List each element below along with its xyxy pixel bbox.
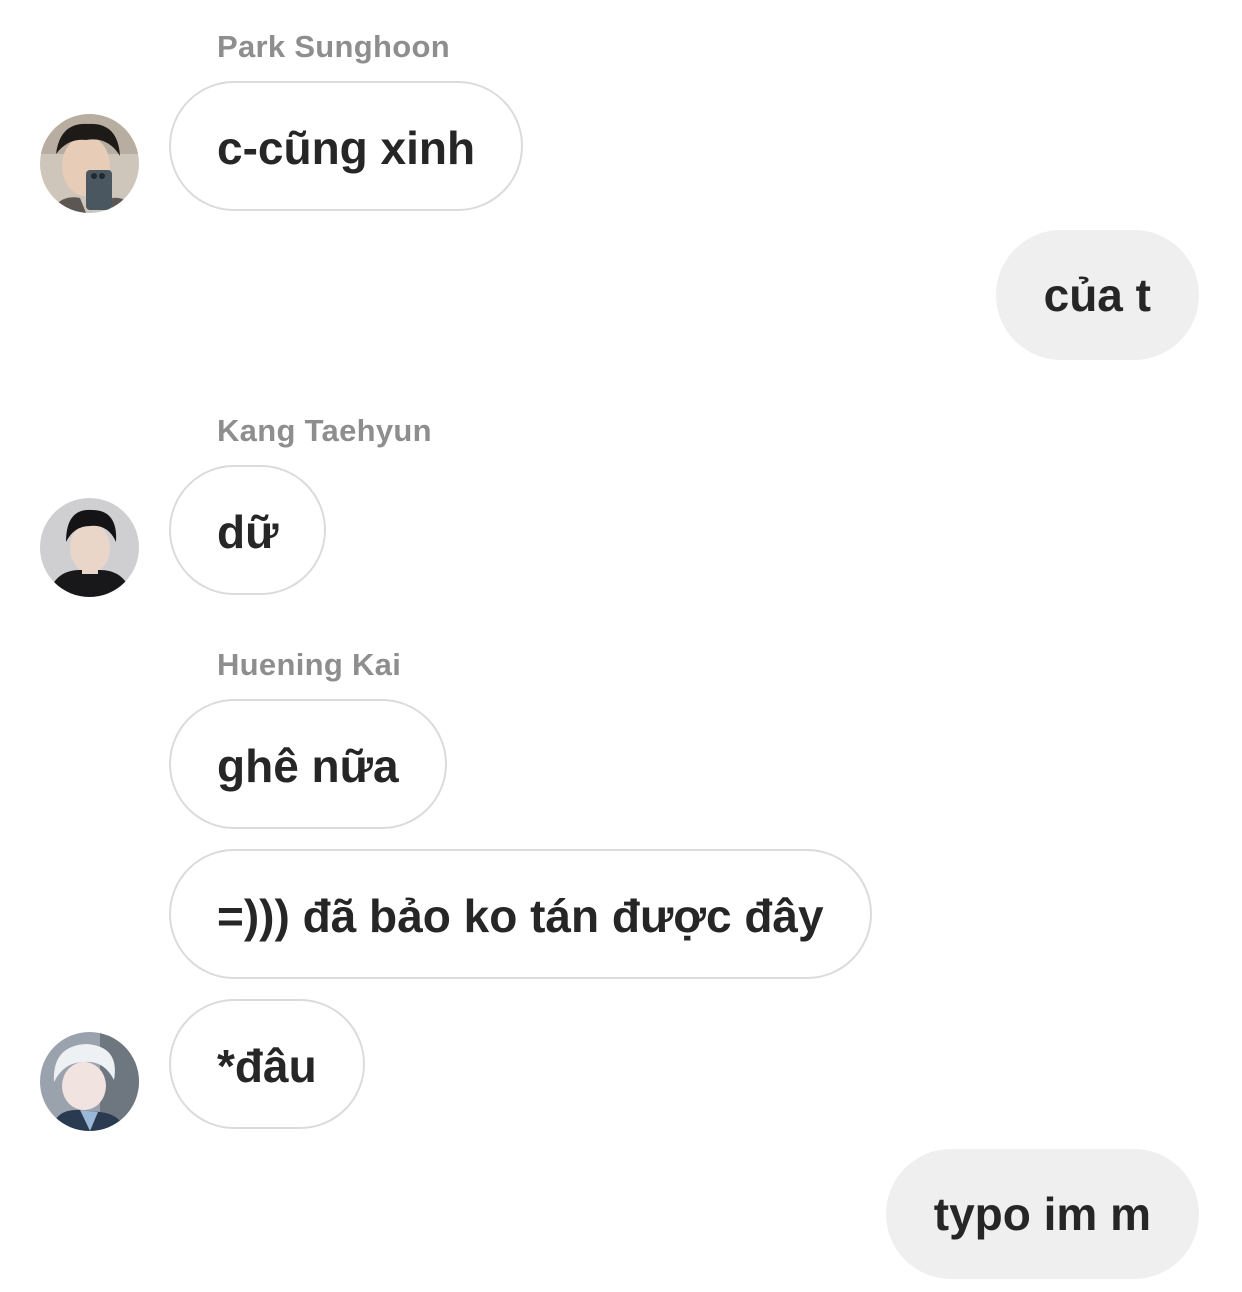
message-text: c-cũng xinh <box>217 122 476 174</box>
avatar-huening-kai[interactable] <box>40 1032 139 1131</box>
avatar-park-sunghoon[interactable] <box>40 114 139 213</box>
message-text: dữ <box>217 506 279 558</box>
message-bubble-incoming[interactable]: ghê nữa <box>169 699 447 829</box>
message-bubble-outgoing[interactable]: của t <box>995 230 1199 360</box>
message-bubble-incoming[interactable]: c-cũng xinh <box>169 81 524 211</box>
message-text: =))) đã bảo ko tán được đây <box>217 890 824 942</box>
message-bubble-incoming[interactable]: =))) đã bảo ko tán được đây <box>169 849 872 979</box>
message-bubble-incoming[interactable]: *đâu <box>169 999 365 1129</box>
message-text: typo im m <box>933 1188 1151 1240</box>
sender-name-kang-taehyun: Kang Taehyun <box>217 413 432 448</box>
avatar-photo <box>40 114 139 213</box>
message-text: của t <box>1043 269 1151 321</box>
message-text: ghê nữa <box>217 740 399 792</box>
sender-name-park-sunghoon: Park Sunghoon <box>217 29 450 64</box>
message-text: *đâu <box>217 1040 317 1092</box>
message-bubble-incoming[interactable]: dữ <box>169 465 327 595</box>
avatar-kang-taehyun[interactable] <box>40 498 139 597</box>
avatar-photo <box>40 1032 139 1131</box>
avatar-photo <box>40 498 139 597</box>
message-bubble-outgoing[interactable]: typo im m <box>885 1149 1199 1279</box>
sender-name-huening-kai: Huening Kai <box>217 647 402 682</box>
